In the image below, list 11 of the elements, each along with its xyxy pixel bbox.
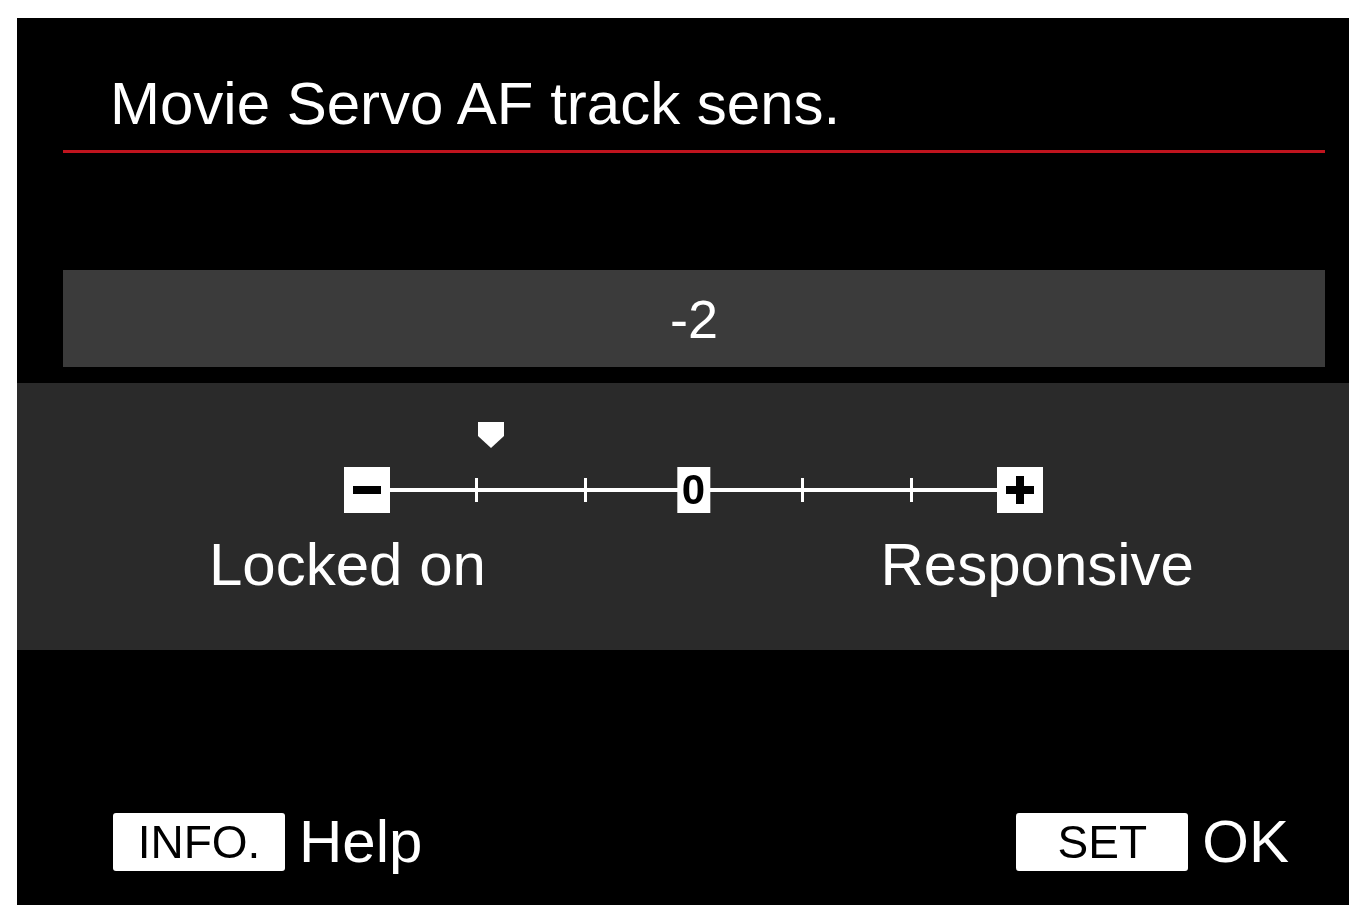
zero-mark: 0	[676, 467, 711, 513]
minus-icon	[344, 467, 390, 513]
key-badge: SET	[1016, 813, 1189, 871]
key-badge: INFO.	[113, 813, 285, 871]
plus-icon	[997, 467, 1043, 513]
menu-title: Movie Servo AF track sens.	[110, 69, 842, 139]
value-display: -2	[63, 270, 1325, 367]
max-label: Responsive	[880, 530, 1194, 600]
key-label: OK	[1202, 807, 1289, 877]
min-label: Locked on	[209, 530, 486, 600]
key-label: Help	[299, 807, 423, 877]
